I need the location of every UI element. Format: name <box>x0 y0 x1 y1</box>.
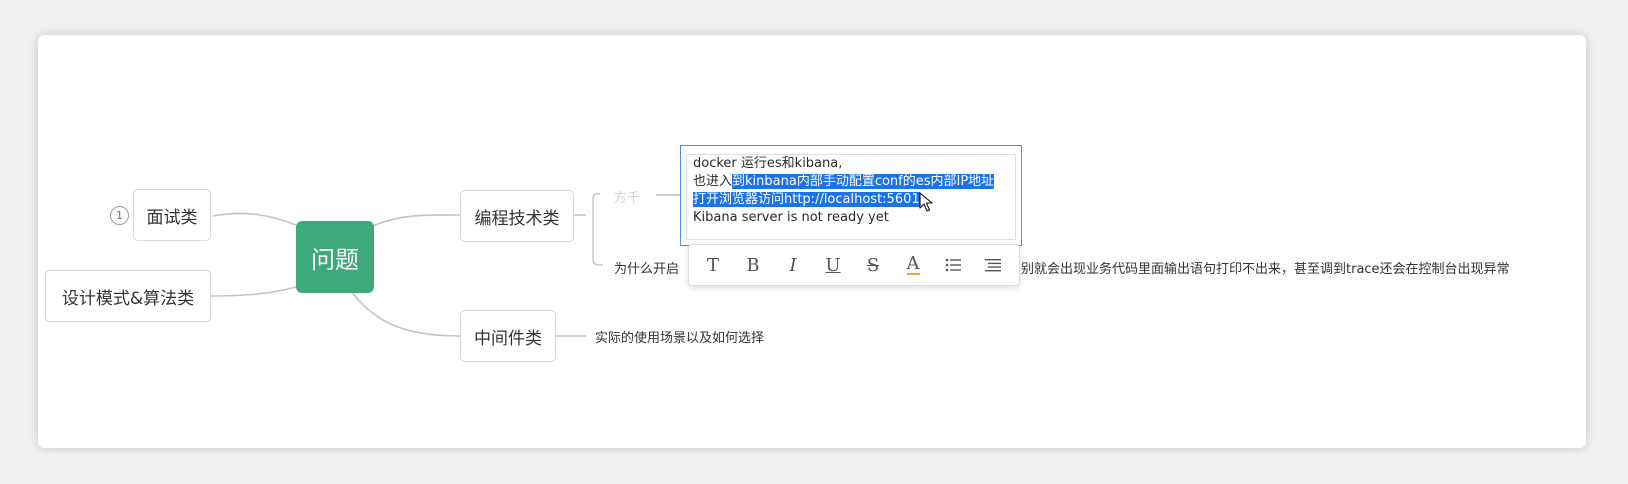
text-style-button[interactable]: T <box>701 253 725 277</box>
mouse-pointer-icon <box>919 192 933 212</box>
editor-selection-line-3[interactable]: 打开浏览器访问http://localhost:5601 <box>693 192 920 207</box>
underline-button[interactable]: U <box>821 253 845 277</box>
align-button[interactable] <box>981 253 1005 277</box>
italic-icon: I <box>789 254 797 276</box>
bullet-list-button[interactable] <box>941 253 965 277</box>
bold-button[interactable]: B <box>741 253 765 277</box>
underline-icon: U <box>825 254 841 276</box>
editor-line-4[interactable]: Kibana server is not ready yet <box>693 209 889 227</box>
leaf-question-right[interactable]: 别就会出现业务代码里面输出语句打印不出来，甚至调到trace还会在控制台出现异常 <box>1021 258 1510 277</box>
bullet-list-icon <box>945 258 961 272</box>
font-color-button[interactable]: A <box>901 253 925 277</box>
align-icon <box>985 259 1001 272</box>
text-style-icon: T <box>706 254 719 276</box>
bold-icon: B <box>746 254 760 276</box>
topic-middleware[interactable]: 中间件类 <box>460 310 556 362</box>
root-topic[interactable]: 问题 <box>296 221 374 293</box>
note-text-editor[interactable]: docker 运行es和kibana, 也进入到kinbana内部手动配置con… <box>680 145 1022 246</box>
topic-programming[interactable]: 编程技术类 <box>460 190 574 242</box>
text-format-toolbar: T B I U S A <box>688 244 1020 286</box>
font-color-icon: A <box>906 253 920 275</box>
strikethrough-button[interactable]: S <box>861 253 885 277</box>
leaf-question-left[interactable]: 为什么开启 <box>614 258 679 277</box>
leaf-middleware-usage[interactable]: 实际的使用场景以及如何选择 <box>595 327 764 346</box>
leaf-placeholder-faded[interactable]: 方千 <box>614 187 640 206</box>
editor-line-2-prefix: 也进入 <box>693 174 733 189</box>
topic-interview[interactable]: 面试类 <box>133 189 211 241</box>
strikethrough-icon: S <box>866 254 880 276</box>
editor-line-2[interactable]: 也进入到kinbana内部手动配置conf的es内部IP地址 <box>693 173 995 191</box>
editor-selection-line-2[interactable]: 到kinbana内部手动配置conf的es内部IP地址 <box>732 174 995 189</box>
marker-number-badge[interactable]: 1 <box>110 206 129 225</box>
italic-button[interactable]: I <box>781 253 805 277</box>
topic-design-patterns-algorithms[interactable]: 设计模式&算法类 <box>45 270 211 322</box>
editor-line-3[interactable]: 打开浏览器访问http://localhost:5601 <box>693 191 920 209</box>
editor-content-area[interactable]: docker 运行es和kibana, 也进入到kinbana内部手动配置con… <box>686 154 1016 240</box>
editor-line-1[interactable]: docker 运行es和kibana, <box>693 155 842 173</box>
